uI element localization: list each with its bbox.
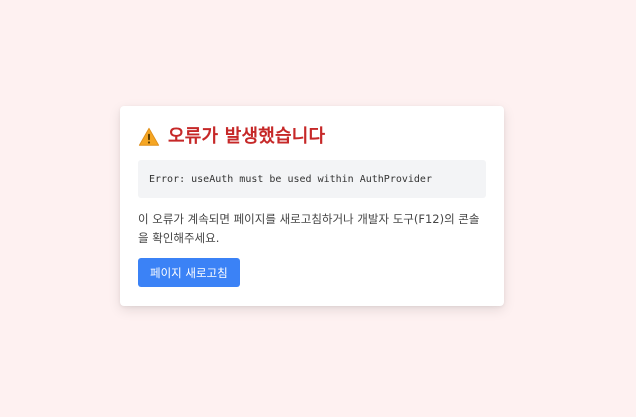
- error-page: 오류가 발생했습니다 Error: useAuth must be used w…: [0, 0, 636, 417]
- help-message: 이 오류가 계속되면 페이지를 새로고침하거나 개발자 도구(F12)의 콘솔을…: [138, 212, 480, 245]
- reload-page-button[interactable]: 페이지 새로고침: [138, 258, 240, 287]
- error-message: Error: useAuth must be used within AuthP…: [149, 173, 432, 185]
- warning-icon: [138, 127, 160, 146]
- error-details-box: Error: useAuth must be used within AuthP…: [138, 160, 486, 198]
- error-header: 오류가 발생했습니다: [138, 124, 486, 150]
- error-title: 오류가 발생했습니다: [168, 126, 326, 147]
- error-card: 오류가 발생했습니다 Error: useAuth must be used w…: [120, 106, 504, 306]
